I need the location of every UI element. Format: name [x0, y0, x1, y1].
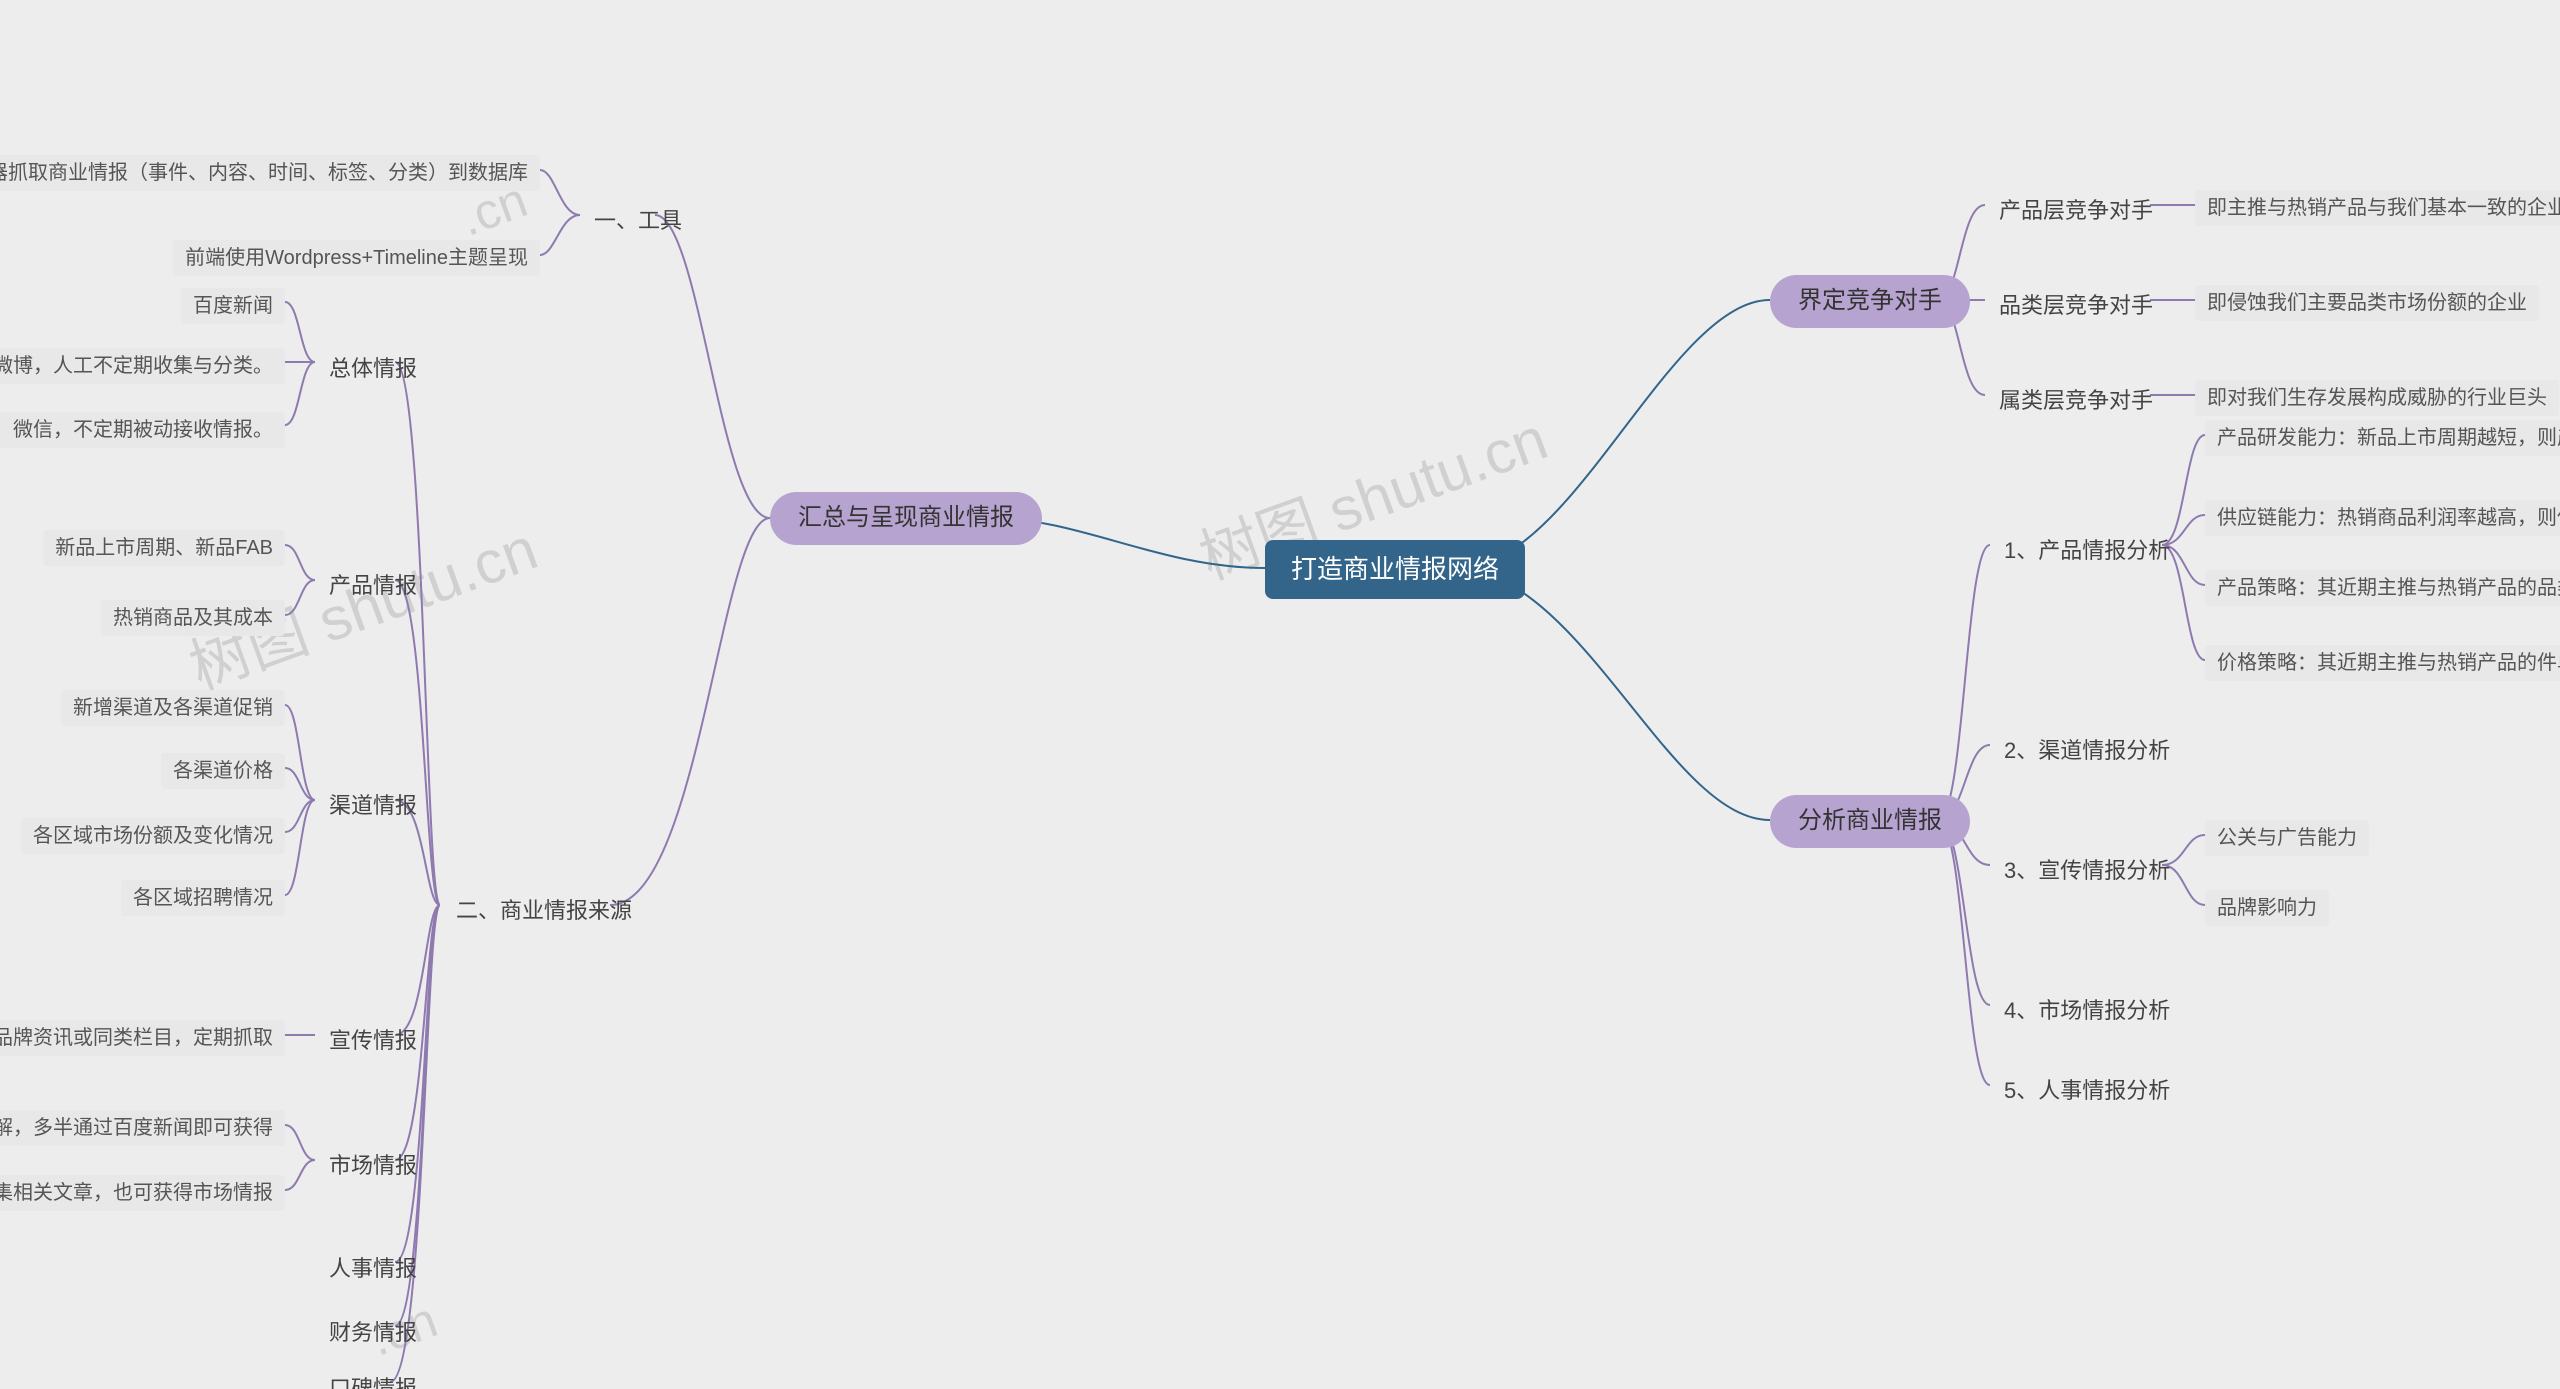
a4-title[interactable]: 4、市场情报分析	[1990, 990, 2184, 1032]
channel-leaf-c[interactable]: 各区域市场份额及变化情况	[21, 818, 285, 854]
right-bottom-node[interactable]: 分析商业情报	[1770, 795, 1970, 848]
comp-category-desc[interactable]: 即侵蚀我们主要品类市场份额的企业	[2195, 285, 2539, 321]
comp-industry-desc[interactable]: 即对我们生存发展构成威胁的行业巨头	[2195, 380, 2559, 416]
tools-title[interactable]: 一、工具	[580, 200, 696, 242]
overall-leaf-a[interactable]: 百度新闻	[181, 288, 285, 324]
overall-title[interactable]: 总体情报	[315, 348, 431, 390]
a5-title[interactable]: 5、人事情报分析	[1990, 1070, 2184, 1112]
channel-leaf-a[interactable]: 新增渠道及各渠道促销	[61, 690, 285, 726]
tool-leaf-backend[interactable]: 后端使用火车采集器抓取商业情报（事件、内容、时间、标签、分类）到数据库	[0, 155, 540, 191]
channel-title[interactable]: 渠道情报	[315, 785, 431, 827]
channel-leaf-b[interactable]: 各渠道价格	[161, 753, 285, 789]
overall-leaf-c[interactable]: 订阅竞争对手EDM与电子杂志、微信，不定期被动接收情报。	[0, 412, 285, 448]
product-leaf-a[interactable]: 新品上市周期、新品FAB	[43, 530, 285, 566]
product-title[interactable]: 产品情报	[315, 565, 431, 607]
comp-product-desc[interactable]: 即主推与热销产品与我们基本一致的企业	[2195, 190, 2560, 226]
comp-category-title[interactable]: 品类层竞争对手	[1985, 285, 2167, 327]
a3-leaf-b[interactable]: 品牌影响力	[2205, 890, 2329, 926]
a1-leaf-c[interactable]: 产品策略：其近期主推与热销产品的品类、FAB有何共性	[2205, 570, 2560, 606]
a1-leaf-d[interactable]: 价格策略：其近期主推与热销产品的件单价如何	[2205, 645, 2560, 681]
finance-title[interactable]: 财务情报	[315, 1312, 431, 1354]
root-node[interactable]: 打造商业情报网络	[1265, 540, 1525, 599]
promo-title[interactable]: 宣传情报	[315, 1020, 431, 1062]
a2-title[interactable]: 2、渠道情报分析	[1990, 730, 2184, 772]
channel-leaf-d[interactable]: 各区域招聘情况	[121, 880, 285, 916]
comp-industry-title[interactable]: 属类层竞争对手	[1985, 380, 2167, 422]
sources-title[interactable]: 二、商业情报来源	[442, 890, 646, 932]
market-title[interactable]: 市场情报	[315, 1145, 431, 1187]
a3-title[interactable]: 3、宣传情报分析	[1990, 850, 2184, 892]
product-leaf-b[interactable]: 热销商品及其成本	[101, 600, 285, 636]
a1-leaf-a[interactable]: 产品研发能力：新品上市周期越短，则产品研发能力越强	[2205, 420, 2560, 456]
right-top-node[interactable]: 界定竞争对手	[1770, 275, 1970, 328]
overall-leaf-b[interactable]: 订阅竞争对手官方微博，人工不定期收集与分类。	[0, 348, 285, 384]
market-leaf-b[interactable]: 行业网站，根据品牌关键词定期采集相关文章，也可获得市场情报	[0, 1175, 285, 1211]
a3-leaf-a[interactable]: 公关与广告能力	[2205, 820, 2369, 856]
a1-leaf-b[interactable]: 供应链能力：热销商品利润率越高，则供应链能力与成本动因越强	[2205, 500, 2560, 536]
market-leaf-a[interactable]: 高管发言、营销拆解，多半通过百度新闻即可获得	[0, 1110, 285, 1146]
a1-title[interactable]: 1、产品情报分析	[1990, 530, 2184, 572]
left-main-node[interactable]: 汇总与呈现商业情报	[770, 492, 1042, 545]
comp-product-title[interactable]: 产品层竞争对手	[1985, 190, 2167, 232]
hr-title[interactable]: 人事情报	[315, 1248, 431, 1290]
promo-leaf-a[interactable]: 官网品牌资讯或同类栏目，定期抓取	[0, 1020, 285, 1056]
tool-leaf-frontend[interactable]: 前端使用Wordpress+Timeline主题呈现	[173, 240, 540, 276]
wom-title[interactable]: 口碑情报	[315, 1368, 431, 1389]
